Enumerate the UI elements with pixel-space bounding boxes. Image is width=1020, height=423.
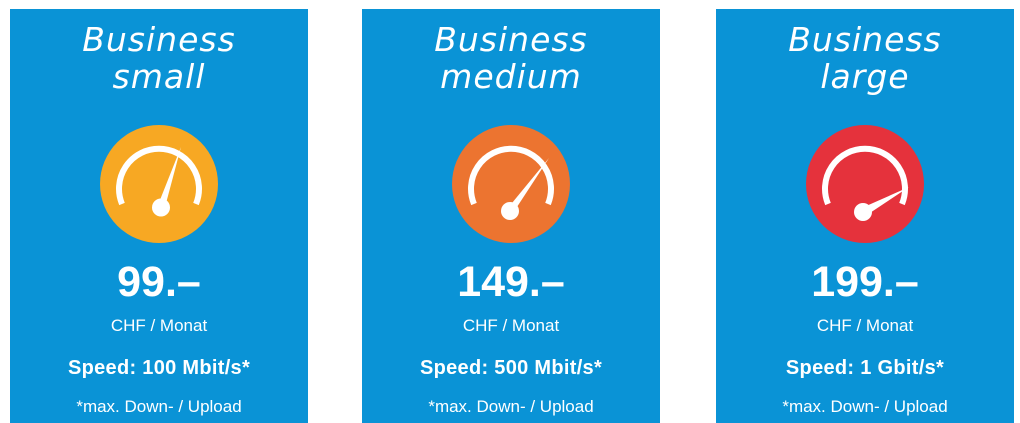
plan-name: Business small	[10, 21, 308, 95]
plan-name-line2: medium	[440, 57, 582, 96]
gauge-hub	[152, 198, 170, 217]
plan-name: Business large	[716, 21, 1014, 95]
speed-footnote: *max. Down- / Upload	[428, 397, 594, 416]
speed-footnote: *max. Down- / Upload	[782, 397, 948, 416]
plan-price: 99.–	[117, 258, 201, 306]
plan-card-medium[interactable]: Business medium 149.– CHF / Monat Speed:…	[362, 9, 660, 423]
plan-name: Business medium	[362, 21, 660, 95]
plan-speed: Speed: 500 Mbit/s*	[419, 357, 603, 379]
plan-name-line1: Business	[434, 20, 588, 59]
plan-price: 149.–	[457, 258, 565, 306]
price-unit: CHF / Monat	[462, 316, 560, 335]
plan-name-line1: Business	[82, 20, 236, 59]
speedometer-icon	[452, 125, 570, 243]
plan-name-line2: large	[820, 57, 910, 96]
plan-name-line2: small	[112, 57, 206, 96]
price-unit: CHF / Monat	[110, 316, 208, 335]
plan-speed: Speed: 1 Gbit/s*	[785, 357, 945, 379]
speedometer-icon	[100, 125, 218, 243]
plan-cards: Business small 99.– CHF / Monat Speed: 1…	[0, 0, 1020, 423]
speedometer-icon	[806, 125, 924, 243]
plan-card-small[interactable]: Business small 99.– CHF / Monat Speed: 1…	[10, 9, 308, 423]
gauge-hub	[854, 203, 872, 221]
plan-card-large[interactable]: Business large 199.– CHF / Monat Speed: …	[716, 9, 1014, 423]
plan-name-line1: Business	[788, 20, 942, 59]
plan-price: 199.–	[811, 258, 919, 306]
gauge-hub	[501, 202, 519, 220]
price-unit: CHF / Monat	[816, 316, 914, 335]
speed-footnote: *max. Down- / Upload	[76, 397, 242, 416]
plan-speed: Speed: 100 Mbit/s*	[67, 357, 251, 379]
